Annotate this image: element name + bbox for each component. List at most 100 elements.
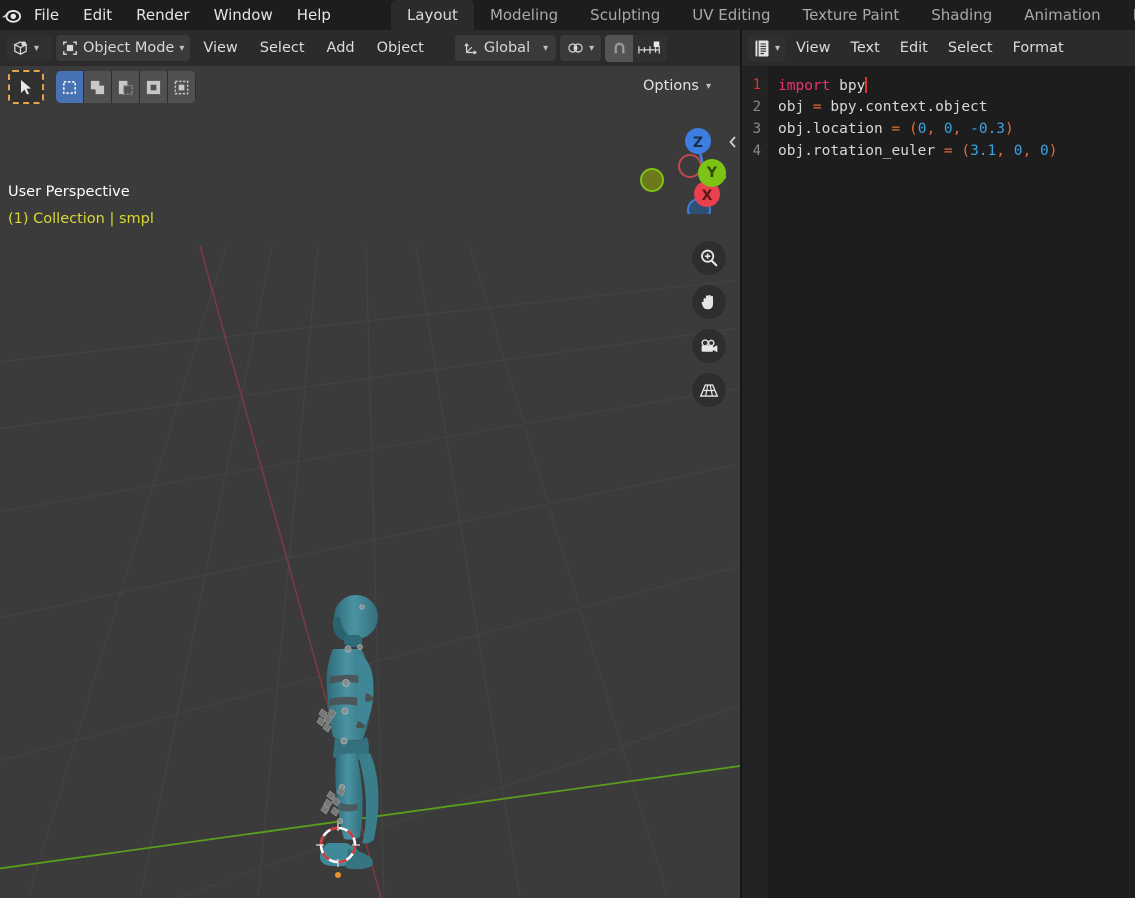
code-line[interactable]: 3 obj.location = (0, 0, -0.3) xyxy=(740,118,1135,140)
viewport-menu-object[interactable]: Object xyxy=(368,30,433,66)
code-line[interactable]: 4 obj.rotation_euler = (3.1, 0, 0) xyxy=(740,140,1135,162)
tab-layout[interactable]: Layout xyxy=(390,0,474,30)
select-mode-new[interactable] xyxy=(56,71,84,103)
code-line[interactable]: 2 obj = bpy.context.object xyxy=(740,96,1135,118)
gizmo-axis-y-label: Y xyxy=(706,165,718,181)
magnifier-plus-icon xyxy=(701,249,718,267)
line-number: 2 xyxy=(752,99,761,115)
editor-type-selector[interactable]: ▾ xyxy=(6,35,52,61)
tab-texture-paint[interactable]: Texture Paint xyxy=(786,0,916,30)
select-intersect-icon xyxy=(174,80,189,94)
chevron-down-icon: ▾ xyxy=(589,42,595,54)
code-text: obj.location = (0, 0, -0.3) xyxy=(778,121,1014,137)
pivot-point-icon xyxy=(568,43,583,53)
tab-rendering[interactable]: R xyxy=(1116,0,1135,30)
viewport-options-button[interactable]: Options ▾ xyxy=(632,72,722,100)
options-label: Options xyxy=(643,78,699,94)
line-number-gutter xyxy=(740,66,768,898)
text-editor-body[interactable]: 1 import bpy 2 obj = bpy.context.object … xyxy=(740,66,1135,898)
line-number: 4 xyxy=(752,143,761,159)
select-box-icon xyxy=(63,80,76,94)
chevron-down-icon: ▾ xyxy=(543,42,549,54)
3d-viewport[interactable]: Options ▾ User Perspective (1) Collectio… xyxy=(0,66,740,898)
viewport-tool-row xyxy=(8,70,196,104)
code-text: import bpy xyxy=(778,76,868,94)
text-editor-type-selector[interactable]: ▾ xyxy=(748,34,786,62)
pan-button[interactable] xyxy=(692,285,726,319)
top-menu-bar: File Edit Render Window Help Layout Mode… xyxy=(0,0,1135,30)
tab-sculpting[interactable]: Sculpting xyxy=(574,0,677,30)
toggle-projection-button[interactable] xyxy=(692,373,726,407)
viewport-overlay-collection: (1) Collection | smpl xyxy=(8,211,154,227)
tweak-tool-button[interactable] xyxy=(8,70,44,104)
text-menu-edit[interactable]: Edit xyxy=(891,30,937,66)
transform-orientation-label: Global xyxy=(483,40,531,56)
editor-type-3dview-icon xyxy=(13,40,28,55)
blender-window: File Edit Render Window Help Layout Mode… xyxy=(0,0,1135,898)
tab-animation[interactable]: Animation xyxy=(1008,0,1117,30)
smpl-body-model[interactable] xyxy=(300,591,420,891)
select-subtract-icon xyxy=(118,80,133,95)
select-invert-icon xyxy=(146,80,161,94)
snap-controls xyxy=(605,34,668,62)
blender-logo-icon[interactable] xyxy=(0,0,22,30)
object-mode-selector[interactable]: Object Mode ▾ xyxy=(56,35,191,61)
line-number: 1 xyxy=(752,77,761,93)
chevron-down-icon: ▾ xyxy=(775,42,781,54)
text-menu-format[interactable]: Format xyxy=(1004,30,1073,66)
cursor-arrow-icon xyxy=(21,79,31,94)
viewport-overlay-perspective: User Perspective xyxy=(8,184,130,200)
line-number: 3 xyxy=(752,121,761,137)
pivot-point-selector[interactable]: ▾ xyxy=(560,35,602,61)
viewport-header: ▾ Object Mode ▾ View Select Add Object G… xyxy=(0,30,740,66)
viewport-menu-add[interactable]: Add xyxy=(318,30,364,66)
snap-toggle-button[interactable] xyxy=(605,34,634,62)
orientation-gizmo-icon xyxy=(464,43,477,55)
sidebar-toggle-button[interactable] xyxy=(726,128,740,156)
camera-icon xyxy=(700,338,717,352)
chevron-down-icon: ▾ xyxy=(34,42,40,54)
object-origin-point xyxy=(335,872,341,878)
proportional-editing-icon xyxy=(638,41,661,54)
transform-orientation-selector[interactable]: Global ▾ xyxy=(454,35,557,61)
object-mode-label: Object Mode xyxy=(83,40,175,56)
select-mode-intersect[interactable] xyxy=(168,71,196,103)
chevron-down-icon: ▾ xyxy=(705,80,711,92)
select-extend-icon xyxy=(90,80,105,94)
chevron-down-icon: ▾ xyxy=(179,42,185,54)
viewport-nav-buttons xyxy=(692,241,726,407)
magnet-icon xyxy=(614,42,625,53)
gizmo-axis-y[interactable]: Y xyxy=(698,159,726,187)
workspace-tabs: Layout Modeling Sculpting UV Editing Tex… xyxy=(390,0,1135,30)
code-text: obj.rotation_euler = (3.1, 0, 0) xyxy=(778,143,1058,159)
svg-text:X: X xyxy=(702,188,713,204)
menu-window[interactable]: Window xyxy=(202,0,285,30)
viewport-menu-select[interactable]: Select xyxy=(251,30,314,66)
code-line[interactable]: 1 import bpy xyxy=(740,74,1135,96)
object-mode-icon xyxy=(63,41,77,55)
tab-shading[interactable]: Shading xyxy=(915,0,1009,30)
proportional-editing-button[interactable] xyxy=(633,34,668,62)
editor-type-text-icon xyxy=(755,40,769,56)
select-mode-invert[interactable] xyxy=(140,71,168,103)
text-menu-select[interactable]: Select xyxy=(939,30,1002,66)
viewport-menu-view[interactable]: View xyxy=(194,30,246,66)
menu-edit[interactable]: Edit xyxy=(71,0,124,30)
menu-help[interactable]: Help xyxy=(285,0,343,30)
svg-text:Z: Z xyxy=(693,135,703,151)
text-editor-header: ▾ View Text Edit Select Format xyxy=(740,30,1135,66)
menu-render[interactable]: Render xyxy=(124,0,201,30)
editor-divider[interactable] xyxy=(740,30,742,898)
camera-view-button[interactable] xyxy=(692,329,726,363)
tab-modeling[interactable]: Modeling xyxy=(473,0,575,30)
select-mode-extend[interactable] xyxy=(84,71,112,103)
hand-icon xyxy=(701,294,713,310)
tab-uv-editing[interactable]: UV Editing xyxy=(676,0,787,30)
chevron-left-icon xyxy=(729,136,736,148)
code-text: obj = bpy.context.object xyxy=(778,99,988,115)
text-menu-text[interactable]: Text xyxy=(841,30,888,66)
zoom-button[interactable] xyxy=(692,241,726,275)
text-menu-view[interactable]: View xyxy=(787,30,839,66)
menu-file[interactable]: File xyxy=(22,0,71,30)
select-mode-subtract[interactable] xyxy=(112,71,140,103)
